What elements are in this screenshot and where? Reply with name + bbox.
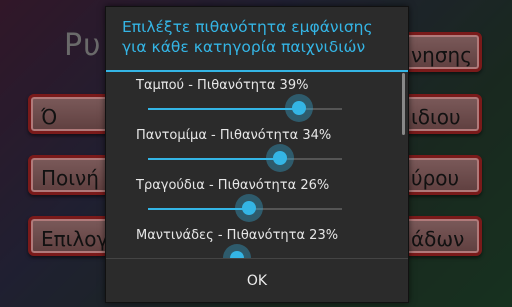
- probability-slider[interactable]: [148, 144, 342, 172]
- probability-dialog: Επιλέξτε πιθανότητα εμφάνισης για κάθε κ…: [105, 6, 409, 303]
- slider-fill: [148, 208, 249, 210]
- slider-thumb[interactable]: [234, 194, 263, 222]
- ok-button[interactable]: OK: [106, 259, 408, 302]
- item-label: Μαντινάδες - Πιθανότητα 23%: [136, 228, 339, 243]
- dialog-title-line1: Επιλέξτε πιθανότητα εμφάνισης: [122, 18, 373, 36]
- background-button-right-0: νησης: [400, 32, 482, 72]
- dialog-title: Επιλέξτε πιθανότητα εμφάνισης για κάθε κ…: [122, 17, 402, 57]
- slider-thumb[interactable]: [285, 94, 314, 122]
- background-button-right-3: άδων: [400, 216, 482, 256]
- list-item-mantinades: Μαντινάδες - Πιθανότητα 23%: [106, 226, 408, 258]
- slider-thumb[interactable]: [265, 144, 294, 172]
- probability-slider[interactable]: [148, 94, 342, 122]
- probability-slider[interactable]: [148, 194, 342, 222]
- dialog-title-line2: για κάθε κατηγορία παιχνιδιών: [122, 38, 366, 56]
- slider-fill: [148, 158, 280, 160]
- slider-fill: [148, 108, 300, 110]
- slider-thumb[interactable]: [223, 244, 252, 258]
- list-item-pantomima: Παντομίμα - Πιθανότητα 34%: [106, 126, 408, 176]
- item-label: Τραγούδια - Πιθανότητα 26%: [136, 178, 330, 193]
- item-label: Ταμπού - Πιθανότητα 39%: [136, 78, 309, 93]
- background-button-right-1: ιδιου: [400, 94, 482, 134]
- list-item-tabou: Ταμπού - Πιθανότητα 39%: [106, 76, 408, 126]
- list-item-tragoudia: Τραγούδια - Πιθανότητα 26%: [106, 176, 408, 226]
- category-list[interactable]: Ταμπού - Πιθανότητα 39% Παντομίμα - Πιθα…: [106, 72, 408, 258]
- background-title: Ρυ: [64, 28, 102, 63]
- list-scrollbar[interactable]: [402, 73, 405, 135]
- item-label: Παντομίμα - Πιθανότητα 34%: [136, 128, 332, 143]
- background-button-right-2: ύρου: [400, 155, 482, 195]
